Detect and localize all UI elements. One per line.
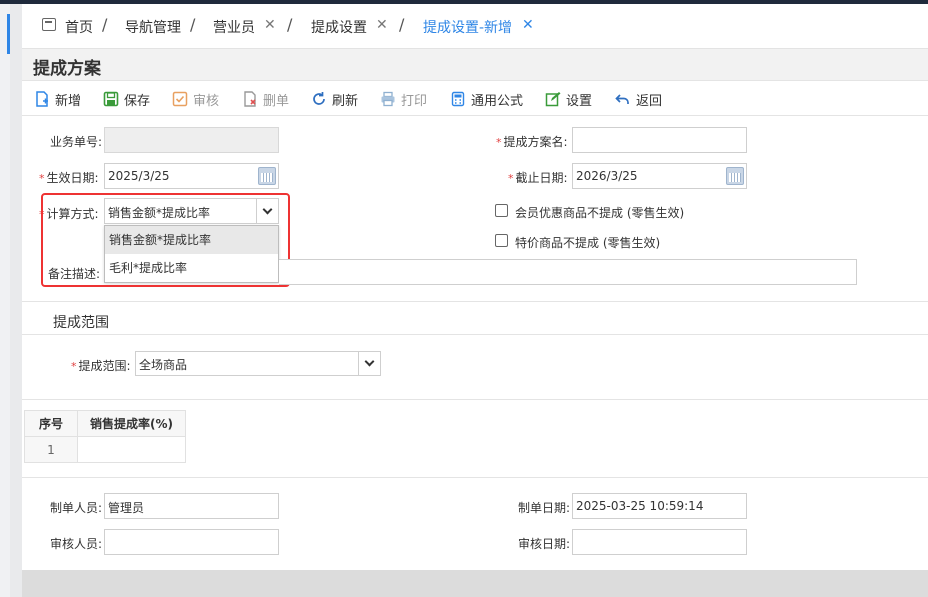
effective-date-label-text: 生效日期: — [46, 171, 99, 185]
end-date-label: * 截止日期: — [508, 169, 568, 186]
printer-icon — [380, 91, 396, 107]
formula-button[interactable]: 通用公式 — [450, 90, 524, 109]
panel-header: 提成方案 — [22, 49, 928, 81]
back-arrow-icon — [615, 91, 631, 107]
create-date-field: 2025-03-25 10:59:14 — [572, 493, 747, 519]
new-button[interactable]: 新增 — [34, 90, 82, 109]
doc-no-label: 业务单号: — [50, 135, 103, 149]
divider — [22, 334, 928, 335]
print-label: 打印 — [401, 93, 428, 109]
scope-value: 全场商品 — [139, 358, 188, 372]
formula-label: 通用公式 — [471, 93, 524, 109]
row-index: 1 — [24, 436, 78, 463]
remark-label: 备注描述: — [48, 267, 101, 281]
crumb-nav-manage[interactable]: 导航管理 — [125, 17, 181, 37]
audit-check-icon — [172, 91, 188, 107]
scope-label-text: 提成范围: — [78, 359, 131, 373]
delete-label: 删单 — [263, 93, 290, 109]
scheme-name-label-text: 提成方案名: — [503, 135, 568, 149]
back-button[interactable]: 返回 — [615, 90, 663, 109]
crumb-commission-new[interactable]: 提成设置-新增 — [423, 17, 512, 37]
end-date-input[interactable]: 2026/3/25 — [572, 163, 747, 189]
print-button[interactable]: 打印 — [380, 90, 428, 109]
member-discount-checkbox[interactable] — [495, 204, 508, 217]
doc-no-field — [104, 127, 279, 153]
creator-label: 制单人员: — [50, 501, 103, 515]
required-marker: * — [39, 172, 45, 185]
close-icon[interactable]: ✕ — [376, 17, 388, 33]
scope-select[interactable]: 全场商品 — [135, 351, 381, 376]
divider — [22, 477, 928, 478]
left-strip — [0, 4, 10, 597]
table-header-index: 序号 — [24, 410, 78, 437]
auditor-label: 审核人员: — [50, 537, 103, 551]
audit-date-label: 审核日期: — [518, 537, 571, 551]
table-row: 1 — [24, 436, 186, 463]
end-date-value: 2026/3/25 — [576, 169, 638, 183]
settings-button[interactable]: 设置 — [545, 90, 593, 109]
home-icon[interactable] — [42, 18, 56, 31]
chevron-down-icon[interactable] — [358, 352, 380, 375]
audit-button[interactable]: 审核 — [172, 90, 220, 109]
crumb-commission-settings[interactable]: 提成设置 — [311, 17, 367, 37]
scope-label: * 提成范围: — [71, 357, 131, 374]
required-marker: * — [508, 172, 514, 185]
breadcrumb: 首页 / 导航管理 / 营业员 ✕ / 提成设置 ✕ / 提成设置-新增 ✕ — [22, 4, 928, 48]
save-button[interactable]: 保存 — [103, 90, 151, 109]
calculator-icon — [450, 91, 466, 107]
effective-date-input[interactable]: 2025/3/25 — [104, 163, 279, 189]
new-label: 新增 — [55, 93, 82, 109]
create-date-label: 制单日期: — [518, 501, 571, 515]
close-icon[interactable]: ✕ — [264, 17, 276, 33]
back-label: 返回 — [636, 93, 663, 109]
save-label: 保存 — [124, 93, 151, 109]
end-date-label-text: 截止日期: — [515, 171, 568, 185]
left-accent — [7, 14, 10, 54]
refresh-label: 刷新 — [332, 93, 359, 109]
settings-label: 设置 — [566, 93, 593, 109]
special-price-label: 特价商品不提成 (零售生效) — [515, 236, 661, 250]
crumb-home[interactable]: 首页 — [65, 17, 93, 37]
close-icon[interactable]: ✕ — [522, 17, 534, 33]
refresh-button[interactable]: 刷新 — [311, 90, 359, 109]
toolbar: 新增 保存 审核 删单 刷新 打印 通用公式 设置 返回 — [22, 82, 928, 116]
refresh-icon — [311, 91, 327, 107]
required-marker: * — [71, 360, 77, 373]
new-doc-icon — [34, 91, 50, 107]
rate-table: 序号 销售提成率(%) 1 — [24, 410, 186, 463]
required-marker: * — [496, 136, 502, 149]
creator-field: 管理员 — [104, 493, 279, 519]
scope-section-title: 提成范围 — [53, 315, 109, 331]
delete-doc-icon — [242, 91, 258, 107]
member-discount-label: 会员优惠商品不提成 (零售生效) — [515, 206, 685, 220]
effective-date-value: 2025/3/25 — [108, 169, 170, 183]
crumb-separator: / — [287, 15, 293, 34]
page-title: 提成方案 — [33, 59, 101, 79]
effective-date-label: * 生效日期: — [39, 169, 99, 186]
crumb-salesperson[interactable]: 营业员 — [213, 17, 255, 37]
remark-input[interactable] — [279, 259, 857, 285]
crumb-separator: / — [399, 15, 405, 34]
save-icon — [103, 91, 119, 107]
delete-button[interactable]: 删单 — [242, 90, 290, 109]
auditor-field — [104, 529, 279, 555]
audit-label: 审核 — [193, 93, 220, 109]
bottom-area — [22, 570, 928, 597]
scheme-name-label: * 提成方案名: — [496, 133, 568, 150]
rate-cell[interactable] — [77, 436, 186, 463]
divider — [22, 301, 928, 302]
scheme-name-input[interactable] — [572, 127, 747, 153]
divider — [22, 399, 928, 400]
special-price-checkbox[interactable] — [495, 234, 508, 247]
crumb-separator: / — [190, 15, 196, 34]
audit-date-field — [572, 529, 747, 555]
table-header-rate: 销售提成率(%) — [77, 410, 186, 437]
calendar-icon[interactable] — [258, 167, 276, 185]
calendar-icon[interactable] — [726, 167, 744, 185]
edit-settings-icon — [545, 91, 561, 107]
crumb-separator: / — [102, 15, 108, 34]
